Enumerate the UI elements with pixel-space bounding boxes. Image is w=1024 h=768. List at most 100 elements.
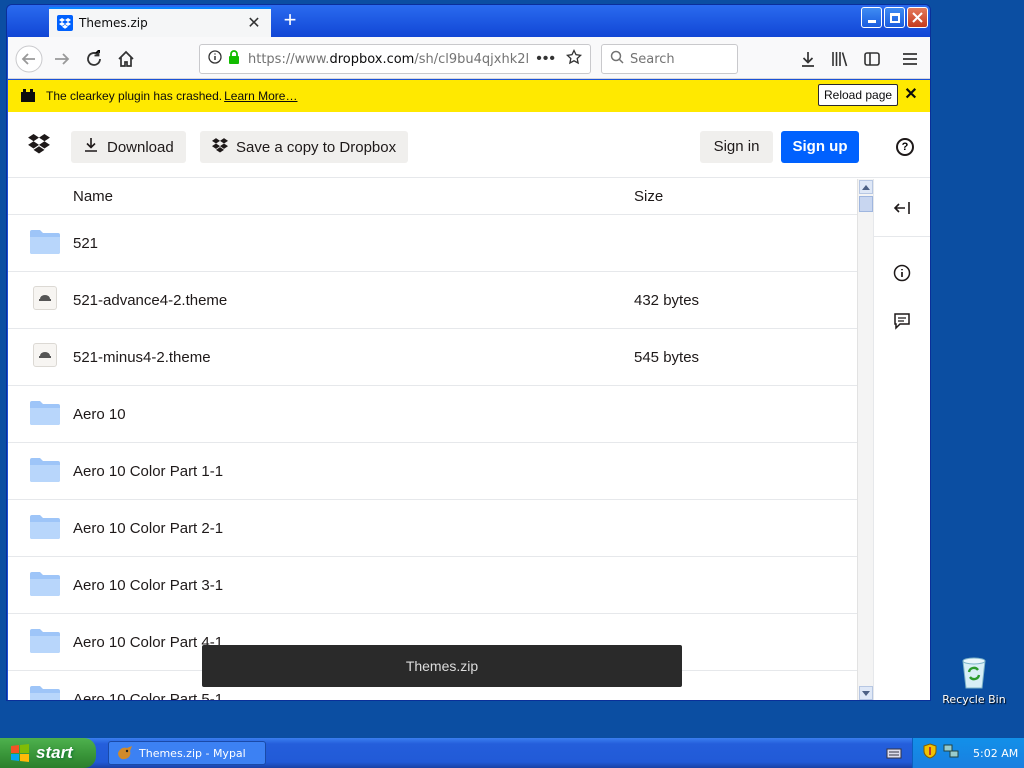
notification-message: The clearkey plugin has crashed. [46, 89, 223, 103]
file-name[interactable]: 521 [73, 235, 98, 252]
clock: 5:02 AM [973, 746, 1019, 760]
file-row[interactable]: Aero 10 [8, 386, 857, 443]
system-tray: 5:02 AM [912, 738, 1024, 768]
recycle-bin[interactable]: Recycle Bin [940, 655, 1008, 706]
download-label: Download [107, 138, 174, 156]
dropbox-icon [212, 137, 228, 157]
keyboard-icon[interactable] [886, 746, 902, 760]
search-input[interactable] [630, 51, 730, 67]
download-icon [83, 137, 99, 157]
file-row[interactable]: Aero 10 Color Part 2-1 [8, 500, 857, 557]
file-row[interactable]: Aero 10 Color Part 3-1 [8, 557, 857, 614]
plugin-crash-notification: The clearkey plugin has crashed. Learn M… [8, 80, 930, 112]
browser-tab[interactable]: Themes.zip ✕ [49, 7, 271, 37]
toast-notification: Themes.zip [202, 645, 682, 687]
file-row[interactable]: Aero 10 Color Part 1-1 [8, 443, 857, 500]
secure-lock-icon [228, 49, 240, 69]
dropbox-header: Download Save a copy to Dropbox Sign in … [8, 112, 930, 178]
search-bar[interactable] [601, 44, 738, 74]
learn-more-link[interactable]: Learn More… [224, 89, 297, 103]
file-name[interactable]: 521-minus4-2.theme [73, 349, 211, 366]
plugin-icon [20, 89, 36, 103]
maximize-button[interactable] [884, 7, 905, 28]
sign-in-button[interactable]: Sign in [700, 131, 773, 163]
minimize-button[interactable] [861, 7, 882, 28]
file-name[interactable]: Aero 10 [73, 406, 126, 423]
windows-flag-icon [10, 744, 30, 762]
reload-page-button[interactable]: Reload page [818, 84, 899, 106]
file-name[interactable]: Aero 10 Color Part 1-1 [73, 463, 223, 480]
library-icon[interactable] [826, 45, 854, 73]
start-label: start [36, 743, 73, 762]
file-name[interactable]: Aero 10 Color Part 2-1 [73, 520, 223, 537]
name-column-header[interactable]: Name [73, 188, 113, 205]
back-button[interactable] [15, 45, 43, 73]
network-icon[interactable] [943, 743, 959, 764]
folder-icon [29, 400, 61, 428]
file-name[interactable]: Aero 10 Color Part 5-1 [73, 691, 223, 701]
new-tab-button[interactable]: + [279, 9, 301, 32]
save-to-dropbox-button[interactable]: Save a copy to Dropbox [200, 131, 409, 163]
sidebar-toggle-icon[interactable] [858, 45, 886, 73]
taskbar-item-mypal[interactable]: Themes.zip - Mypal [108, 741, 266, 765]
vertical-scrollbar[interactable] [857, 179, 873, 700]
scroll-down-arrow-icon[interactable] [859, 686, 873, 700]
search-icon [610, 50, 624, 69]
tab-title: Themes.zip [79, 16, 148, 30]
recycle-bin-label: Recycle Bin [942, 693, 1006, 706]
file-size: 545 bytes [634, 348, 700, 366]
file-name[interactable]: 521-advance4-2.theme [73, 292, 227, 309]
reload-button[interactable] [80, 45, 108, 73]
comments-icon[interactable] [891, 310, 913, 332]
scrollbar-thumb[interactable] [859, 196, 873, 212]
collapse-panel-icon[interactable] [891, 197, 913, 219]
page-content: Download Save a copy to Dropbox Sign in … [8, 112, 930, 701]
url-text: https://www.dropbox.com/sh/cl9bu4qjxhk2l [248, 51, 530, 67]
close-window-button[interactable] [907, 7, 928, 28]
download-button[interactable]: Download [71, 131, 186, 163]
help-icon[interactable]: ? [896, 138, 914, 156]
file-size: 432 bytes [634, 291, 700, 309]
url-bar[interactable]: https://www.dropbox.com/sh/cl9bu4qjxhk2l… [199, 44, 591, 74]
file-name[interactable]: Aero 10 Color Part 3-1 [73, 577, 223, 594]
notification-close-icon[interactable]: ✕ [900, 84, 922, 106]
folder-icon [29, 685, 61, 700]
file-row[interactable]: 521-minus4-2.theme 545 bytes [8, 329, 857, 386]
browser-window: Themes.zip ✕ + https://www.dropbox.com/s… [6, 4, 931, 701]
page-actions-icon[interactable]: ••• [536, 50, 556, 68]
file-name[interactable]: Aero 10 Color Part 4-1 [73, 634, 223, 651]
forward-button[interactable] [48, 45, 76, 73]
tab-close-icon[interactable]: ✕ [245, 13, 263, 33]
list-header: Name Size [8, 179, 857, 215]
navigation-toolbar: https://www.dropbox.com/sh/cl9bu4qjxhk2l… [8, 37, 930, 79]
size-column-header[interactable]: Size [634, 188, 663, 205]
recycle-bin-icon [958, 655, 990, 689]
file-row[interactable]: 521 [8, 215, 857, 272]
sign-up-button[interactable]: Sign up [781, 131, 859, 163]
theme-file-icon [29, 343, 61, 371]
downloads-icon[interactable] [794, 45, 822, 73]
folder-icon [29, 514, 61, 542]
dropbox-logo-icon[interactable] [28, 134, 50, 154]
folder-icon [29, 628, 61, 656]
file-list: Name Size 521 521-advance4-2.theme 432 byt… [8, 179, 857, 701]
info-icon[interactable] [208, 49, 222, 69]
info-panel-icon[interactable] [891, 262, 913, 284]
details-sidebar [873, 179, 930, 700]
theme-file-icon [29, 286, 61, 314]
mypal-icon [117, 746, 133, 760]
bookmark-star-icon[interactable] [565, 48, 583, 70]
folder-icon [29, 457, 61, 485]
task-label: Themes.zip - Mypal [139, 746, 246, 760]
save-label: Save a copy to Dropbox [236, 138, 397, 156]
folder-icon [29, 229, 61, 257]
hamburger-menu-icon[interactable] [896, 45, 924, 73]
dropbox-favicon-icon [57, 15, 73, 31]
taskbar: start Themes.zip - Mypal 5:02 AM [0, 738, 1024, 768]
file-row[interactable]: 521-advance4-2.theme 432 bytes [8, 272, 857, 329]
start-button[interactable]: start [0, 738, 96, 768]
scroll-up-arrow-icon[interactable] [859, 180, 873, 194]
home-button[interactable] [112, 45, 140, 73]
security-shield-icon[interactable] [923, 742, 937, 764]
folder-icon [29, 571, 61, 599]
